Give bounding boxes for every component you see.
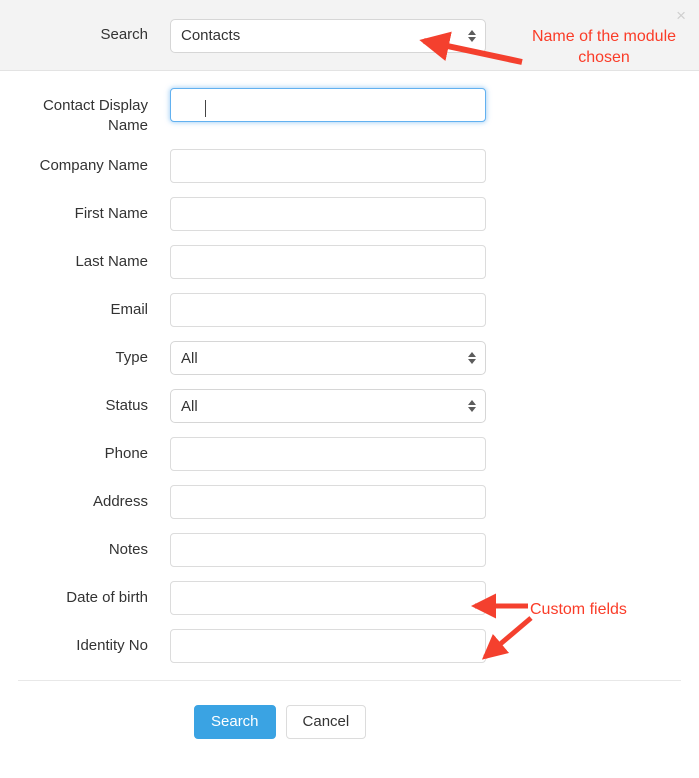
date-of-birth-input[interactable] xyxy=(170,581,486,615)
chevron-updown-icon xyxy=(468,400,476,412)
form-row: Email xyxy=(0,286,699,334)
field-label: Status xyxy=(105,397,148,414)
form-row: Type All xyxy=(0,334,699,382)
chevron-updown-icon xyxy=(468,352,476,364)
form-row: Last Name xyxy=(0,238,699,286)
first-name-input[interactable] xyxy=(170,197,486,231)
close-icon[interactable]: × xyxy=(672,5,690,26)
notes-input[interactable] xyxy=(170,533,486,567)
search-button[interactable]: Search xyxy=(194,705,276,739)
field-label: Last Name xyxy=(75,253,148,270)
identity-no-input[interactable] xyxy=(170,629,486,663)
form-row: Date of birth xyxy=(0,574,699,622)
form-row: First Name xyxy=(0,190,699,238)
type-select-value: All xyxy=(181,349,198,367)
company-name-input[interactable] xyxy=(170,149,486,183)
form-row: Company Name xyxy=(0,142,699,190)
field-label: Address xyxy=(92,493,148,510)
module-select-wrapper: Contacts xyxy=(170,18,486,53)
field-control xyxy=(170,197,486,231)
field-control xyxy=(170,533,486,567)
search-form: Contact Display Name Company Name First Na… xyxy=(0,71,699,670)
cancel-button[interactable]: Cancel xyxy=(285,705,367,739)
form-row: Identity No xyxy=(0,622,699,670)
dialog-header: Search Contacts × xyxy=(0,0,699,71)
search-label: Search xyxy=(100,26,148,44)
type-select[interactable]: All xyxy=(170,341,486,375)
field-label: Email xyxy=(110,301,148,318)
field-label: Company Name xyxy=(39,157,148,174)
field-label: First Name xyxy=(74,205,148,222)
address-input[interactable] xyxy=(170,485,486,519)
field-label: Identity No xyxy=(76,637,148,654)
status-select[interactable]: All xyxy=(170,389,486,423)
module-select-value: Contacts xyxy=(181,27,241,44)
text-caret xyxy=(205,100,206,117)
field-control xyxy=(170,629,486,663)
last-name-input[interactable] xyxy=(170,245,486,279)
field-label: Type xyxy=(115,349,148,366)
field-control xyxy=(170,293,486,327)
status-select-value: All xyxy=(181,397,198,415)
form-row: Address xyxy=(0,478,699,526)
field-label: Notes xyxy=(108,541,148,558)
form-row: Status All xyxy=(0,382,699,430)
phone-input[interactable] xyxy=(170,437,486,471)
search-module-row: Search Contacts xyxy=(0,0,520,71)
field-control xyxy=(170,149,486,183)
footer-divider xyxy=(18,680,681,681)
field-control xyxy=(170,245,486,279)
field-control: All xyxy=(170,341,486,375)
field-control: All xyxy=(170,389,486,423)
contact-display-name-input[interactable] xyxy=(170,88,486,122)
form-row: Notes xyxy=(0,526,699,574)
field-control xyxy=(170,581,486,615)
chevron-updown-icon xyxy=(468,29,476,42)
email-input[interactable] xyxy=(170,293,486,327)
dialog-footer: Search Cancel xyxy=(0,680,699,778)
field-control xyxy=(170,437,486,471)
form-row: Phone xyxy=(0,430,699,478)
field-control xyxy=(170,88,486,122)
field-label: Phone xyxy=(104,445,148,462)
field-label: Date of birth xyxy=(66,589,148,606)
footer-button-group: Search Cancel xyxy=(194,705,367,739)
field-control xyxy=(170,485,486,519)
field-label: Contact Display Name xyxy=(42,97,148,134)
module-select[interactable]: Contacts xyxy=(170,18,486,53)
form-row: Contact Display Name xyxy=(0,88,699,142)
